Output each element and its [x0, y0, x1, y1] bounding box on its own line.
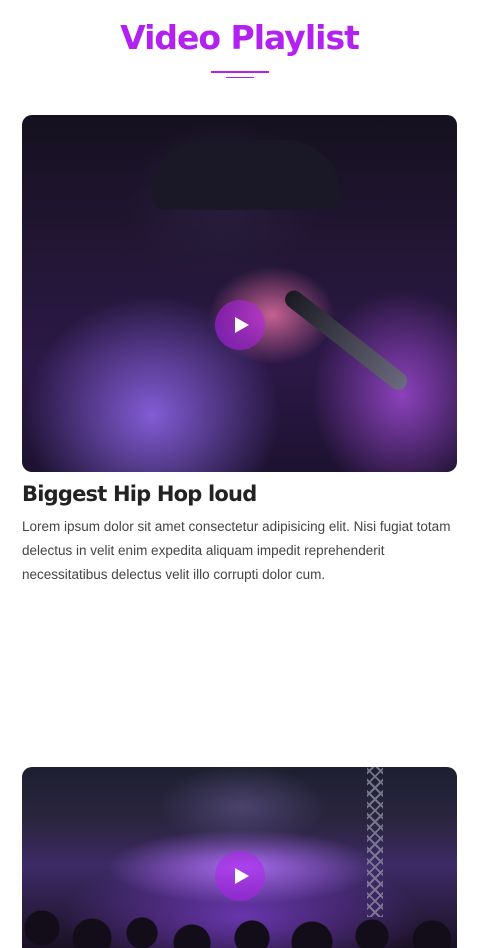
video-title[interactable]: Biggest Hip Hop loud	[22, 480, 457, 508]
video-card: Biggest Hip Hop loud Lorem ipsum dolor s…	[22, 115, 457, 587]
rapper-cap-shape	[152, 140, 342, 210]
play-icon	[235, 317, 249, 333]
title-underline-secondary	[226, 77, 254, 78]
play-button[interactable]	[215, 300, 265, 350]
video-thumbnail[interactable]	[22, 115, 457, 472]
microphone-shape	[281, 286, 411, 394]
title-underline	[211, 71, 269, 73]
video-card	[22, 767, 457, 948]
video-thumbnail[interactable]	[22, 767, 457, 948]
play-icon	[235, 868, 249, 884]
video-description: Lorem ipsum dolor sit amet consectetur a…	[22, 519, 451, 582]
play-button[interactable]	[215, 851, 265, 901]
page-title: Video Playlist	[120, 18, 360, 57]
